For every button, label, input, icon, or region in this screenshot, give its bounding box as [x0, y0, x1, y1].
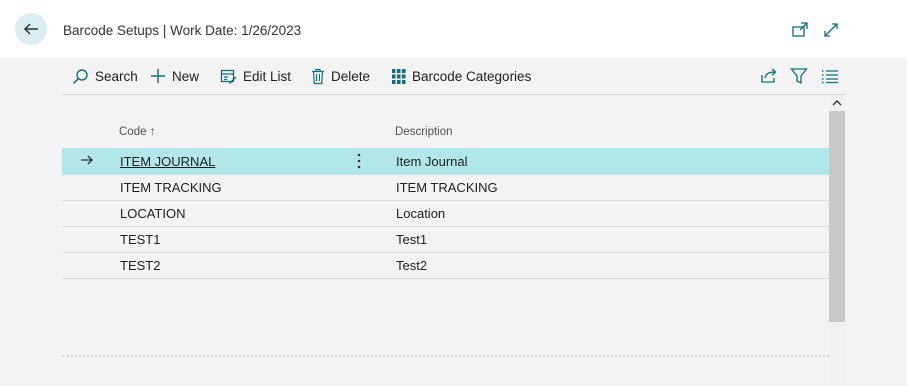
barcode-setups-list: Code ↑ Description ITEM JOURNAL Item Jou… — [62, 95, 829, 386]
barcode-categories-button[interactable]: Barcode Categories — [392, 58, 531, 94]
code-cell[interactable]: TEST1 — [120, 232, 160, 247]
search-button[interactable]: Search — [72, 58, 138, 94]
code-cell[interactable]: TEST2 — [120, 258, 160, 273]
column-header-description[interactable]: Description — [395, 126, 453, 138]
description-cell: Location — [396, 206, 446, 221]
code-cell[interactable]: LOCATION — [120, 206, 186, 221]
table-row[interactable]: TEST2 Test2 — [62, 252, 829, 279]
current-row-arrow-icon — [81, 155, 93, 165]
expand-icon[interactable] — [822, 21, 840, 39]
open-in-new-window-icon[interactable] — [791, 21, 809, 39]
edit-list-button[interactable]: Edit List — [220, 58, 291, 94]
search-button-label: Search — [95, 68, 138, 84]
new-button[interactable]: New — [150, 58, 199, 94]
row-actions-icon[interactable] — [354, 152, 364, 170]
sort-ascending-icon: ↑ — [149, 126, 156, 138]
table-row[interactable]: ITEM JOURNAL Item Journal — [62, 148, 829, 175]
edit-list-icon — [220, 69, 237, 84]
delete-button-label: Delete — [331, 68, 371, 84]
description-cell: ITEM TRACKING — [396, 180, 498, 195]
list-view-icon[interactable] — [821, 67, 839, 85]
trash-icon — [312, 68, 324, 84]
page-title: Barcode Setups | Work Date: 1/26/2023 — [63, 23, 302, 38]
list-bottom-divider — [62, 355, 829, 357]
scrollbar-thumb[interactable] — [829, 111, 845, 322]
barcode-categories-button-label: Barcode Categories — [412, 68, 532, 84]
share-icon[interactable] — [760, 67, 778, 85]
search-icon — [72, 68, 88, 84]
description-cell: Test2 — [396, 258, 428, 273]
page-header: Barcode Setups | Work Date: 1/26/2023 — [0, 0, 907, 58]
table-row[interactable]: ITEM TRACKING ITEM TRACKING — [62, 174, 829, 201]
grid-icon — [392, 68, 406, 84]
delete-button[interactable]: Delete — [311, 58, 370, 94]
plus-icon — [151, 69, 165, 83]
scroll-up-chevron-icon[interactable] — [831, 97, 843, 109]
description-cell: Item Journal — [396, 154, 468, 169]
description-cell: Test1 — [396, 232, 428, 247]
back-button[interactable] — [15, 13, 47, 45]
code-cell[interactable]: ITEM JOURNAL — [120, 154, 215, 169]
new-button-label: New — [172, 68, 200, 84]
filter-icon[interactable] — [790, 67, 808, 85]
edit-list-button-label: Edit List — [243, 68, 292, 84]
table-row[interactable]: TEST1 Test1 — [62, 226, 829, 253]
action-bar: Search New Edit List Delete Barcode Cate… — [62, 58, 845, 95]
table-row[interactable]: LOCATION Location — [62, 200, 829, 227]
back-arrow-icon — [23, 23, 38, 35]
code-cell[interactable]: ITEM TRACKING — [120, 180, 222, 195]
column-header-code[interactable]: Code ↑ — [119, 126, 155, 138]
